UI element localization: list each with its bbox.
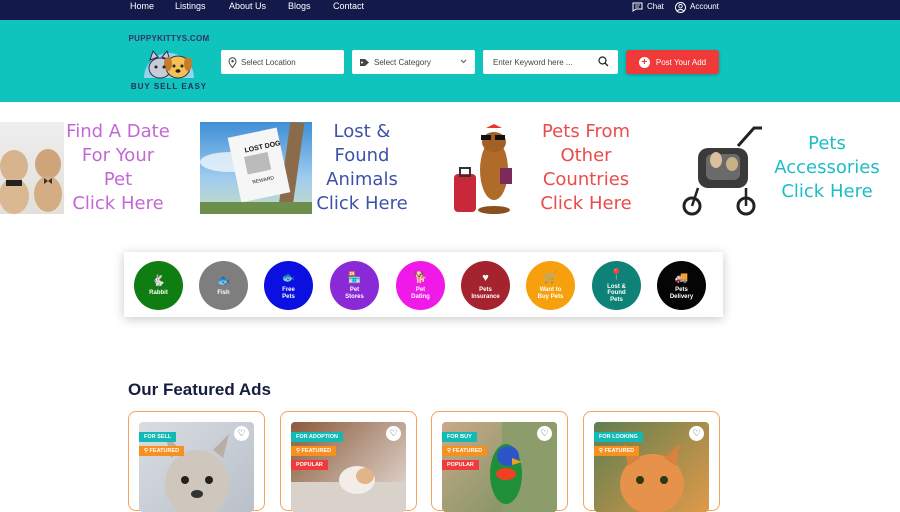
nav-listings[interactable]: Listings bbox=[175, 0, 206, 12]
category-fish[interactable]: 🐟 Fish bbox=[199, 261, 248, 310]
cart-icon: 🛒 bbox=[543, 272, 558, 284]
post-button-label: Post Your Add bbox=[655, 57, 707, 67]
category-label: Pet Dating bbox=[411, 287, 430, 300]
chat-icon bbox=[632, 2, 643, 12]
chat-label: Chat bbox=[647, 2, 664, 11]
ad-photo[interactable]: FOR ADOPTION ⚲ FEATURED POPULAR ♡ bbox=[291, 422, 406, 512]
category-label: Lost & Found Pets bbox=[607, 283, 626, 303]
keyword-placeholder: Enter Keyword here ... bbox=[493, 57, 573, 67]
category-label: Want to Buy Pets bbox=[537, 287, 564, 300]
heart-icon[interactable]: ♡ bbox=[234, 426, 249, 441]
banner-accessories-image[interactable] bbox=[680, 124, 766, 216]
category-pet-dating[interactable]: 🐕 Pet Dating bbox=[396, 261, 445, 310]
header: PUPPYKITTYS.COM BUY SELL EASY Select Loc… bbox=[0, 20, 900, 102]
featured-ad-card[interactable]: FOR LOOKING ⚲ FEATURED ♡ bbox=[583, 411, 720, 512]
keyword-search-input[interactable]: Enter Keyword here ... bbox=[483, 50, 618, 74]
category-pets-insurance[interactable]: ♥ Pets Insurance bbox=[461, 261, 510, 310]
heart-icon[interactable]: ♡ bbox=[537, 426, 552, 441]
category-label: Pet Stores bbox=[345, 287, 364, 300]
map-pin-icon: 📍 bbox=[609, 268, 624, 281]
status-badge: FOR SELL bbox=[139, 432, 177, 442]
category-free-pets[interactable]: 🐟 Free Pets bbox=[264, 261, 313, 310]
category-want-to-buy-pets[interactable]: 🛒 Want to Buy Pets bbox=[526, 261, 575, 310]
banner-countries-text[interactable]: Pets From Other Countries Click Here bbox=[530, 120, 642, 216]
category-select[interactable]: Select Category bbox=[352, 50, 475, 74]
ad-photo[interactable]: FOR LOOKING ⚲ FEATURED ♡ bbox=[594, 422, 709, 512]
featured-ad-card[interactable]: FOR SELL ⚲ FEATURED ♡ bbox=[128, 411, 265, 512]
featured-ad-card[interactable]: FOR BUY ⚲ FEATURED POPULAR ♡ bbox=[431, 411, 568, 512]
dog-icon: 🐕 bbox=[413, 272, 428, 284]
chat-link[interactable]: Chat bbox=[632, 1, 664, 13]
lost-dog-sign-image: LOST DOG REWARD bbox=[200, 122, 312, 214]
nav-contact[interactable]: Contact bbox=[333, 0, 364, 12]
logo-tagline: BUY SELL EASY bbox=[130, 82, 208, 91]
fish-icon: 🐟 bbox=[281, 272, 296, 284]
category-label: Pets Delivery bbox=[669, 287, 694, 300]
user-icon bbox=[675, 1, 686, 13]
post-your-add-button[interactable]: + Post Your Add bbox=[626, 50, 719, 74]
location-placeholder: Select Location bbox=[241, 57, 296, 67]
banner-accessories-text[interactable]: Pets Accessories Click Here bbox=[768, 132, 886, 204]
banner-date-text[interactable]: Find A Date For Your Pet Click Here bbox=[64, 120, 172, 216]
truck-icon: 🚚 bbox=[674, 272, 689, 284]
ad-photo[interactable]: FOR BUY ⚲ FEATURED POPULAR ♡ bbox=[442, 422, 557, 512]
heart-pulse-icon: ♥ bbox=[482, 272, 489, 284]
category-placeholder: Select Category bbox=[374, 57, 431, 67]
category-pets-delivery[interactable]: 🚚 Pets Delivery bbox=[657, 261, 706, 310]
popular-badge: POPULAR bbox=[291, 460, 328, 470]
category-label: Free Pets bbox=[282, 287, 295, 300]
nav-home[interactable]: Home bbox=[130, 0, 154, 12]
chevron-down-icon bbox=[460, 59, 467, 64]
tag-icon bbox=[360, 58, 369, 66]
featured-badge: ⚲ FEATURED bbox=[139, 446, 185, 456]
category-lost-found-pets[interactable]: 📍 Lost & Found Pets bbox=[592, 261, 641, 310]
site-logo[interactable]: PUPPYKITTYS.COM BUY SELL EASY bbox=[128, 34, 210, 96]
status-badge: FOR LOOKING bbox=[594, 432, 643, 442]
map-pin-icon bbox=[228, 56, 237, 68]
nav-blogs[interactable]: Blogs bbox=[288, 0, 311, 12]
featured-badge: ⚲ FEATURED bbox=[442, 446, 488, 456]
location-select[interactable]: Select Location bbox=[221, 50, 344, 74]
account-link[interactable]: Account bbox=[675, 1, 719, 13]
popular-badge: POPULAR bbox=[442, 460, 479, 470]
nav-about-us[interactable]: About Us bbox=[229, 0, 266, 12]
featured-badge: ⚲ FEATURED bbox=[594, 446, 640, 456]
top-nav: Home Listings About Us Blogs Contact Cha… bbox=[0, 0, 900, 20]
category-pet-stores[interactable]: 🏪 Pet Stores bbox=[330, 261, 379, 310]
logo-pets-icon bbox=[144, 49, 194, 79]
status-badge: FOR BUY bbox=[442, 432, 477, 442]
pet-stroller-image bbox=[682, 126, 762, 216]
featured-ad-card[interactable]: FOR ADOPTION ⚲ FEATURED POPULAR ♡ bbox=[280, 411, 417, 512]
store-icon: 🏪 bbox=[347, 272, 362, 284]
banner-countries-image[interactable] bbox=[448, 122, 528, 214]
featured-ads-title: Our Featured Ads bbox=[128, 380, 271, 399]
status-badge: FOR ADOPTION bbox=[291, 432, 343, 442]
fish-icon: 🐟 bbox=[216, 275, 231, 288]
rabbit-icon: 🐇 bbox=[151, 275, 166, 288]
heart-icon[interactable]: ♡ bbox=[386, 426, 401, 441]
plus-icon: + bbox=[638, 56, 650, 68]
dachshund-travel-image bbox=[454, 124, 512, 214]
search-icon[interactable] bbox=[598, 56, 609, 67]
banner-lost-found-text[interactable]: Lost & Found Animals Click Here bbox=[312, 120, 412, 216]
heart-icon[interactable]: ♡ bbox=[689, 426, 704, 441]
banner-lost-found-image[interactable]: LOST DOG REWARD bbox=[200, 122, 312, 214]
category-label: Fish bbox=[217, 290, 230, 297]
category-label: Pets Insurance bbox=[471, 287, 500, 300]
banner-date-image[interactable] bbox=[0, 122, 64, 214]
account-label: Account bbox=[690, 2, 719, 11]
featured-badge: ⚲ FEATURED bbox=[291, 446, 337, 456]
category-label: Rabbit bbox=[149, 290, 168, 297]
category-rabbit[interactable]: 🐇 Rabbit bbox=[134, 261, 183, 310]
poodle-couple-image bbox=[0, 149, 62, 214]
ad-photo[interactable]: FOR SELL ⚲ FEATURED ♡ bbox=[139, 422, 254, 512]
logo-name: PUPPYKITTYS.COM bbox=[128, 34, 210, 43]
